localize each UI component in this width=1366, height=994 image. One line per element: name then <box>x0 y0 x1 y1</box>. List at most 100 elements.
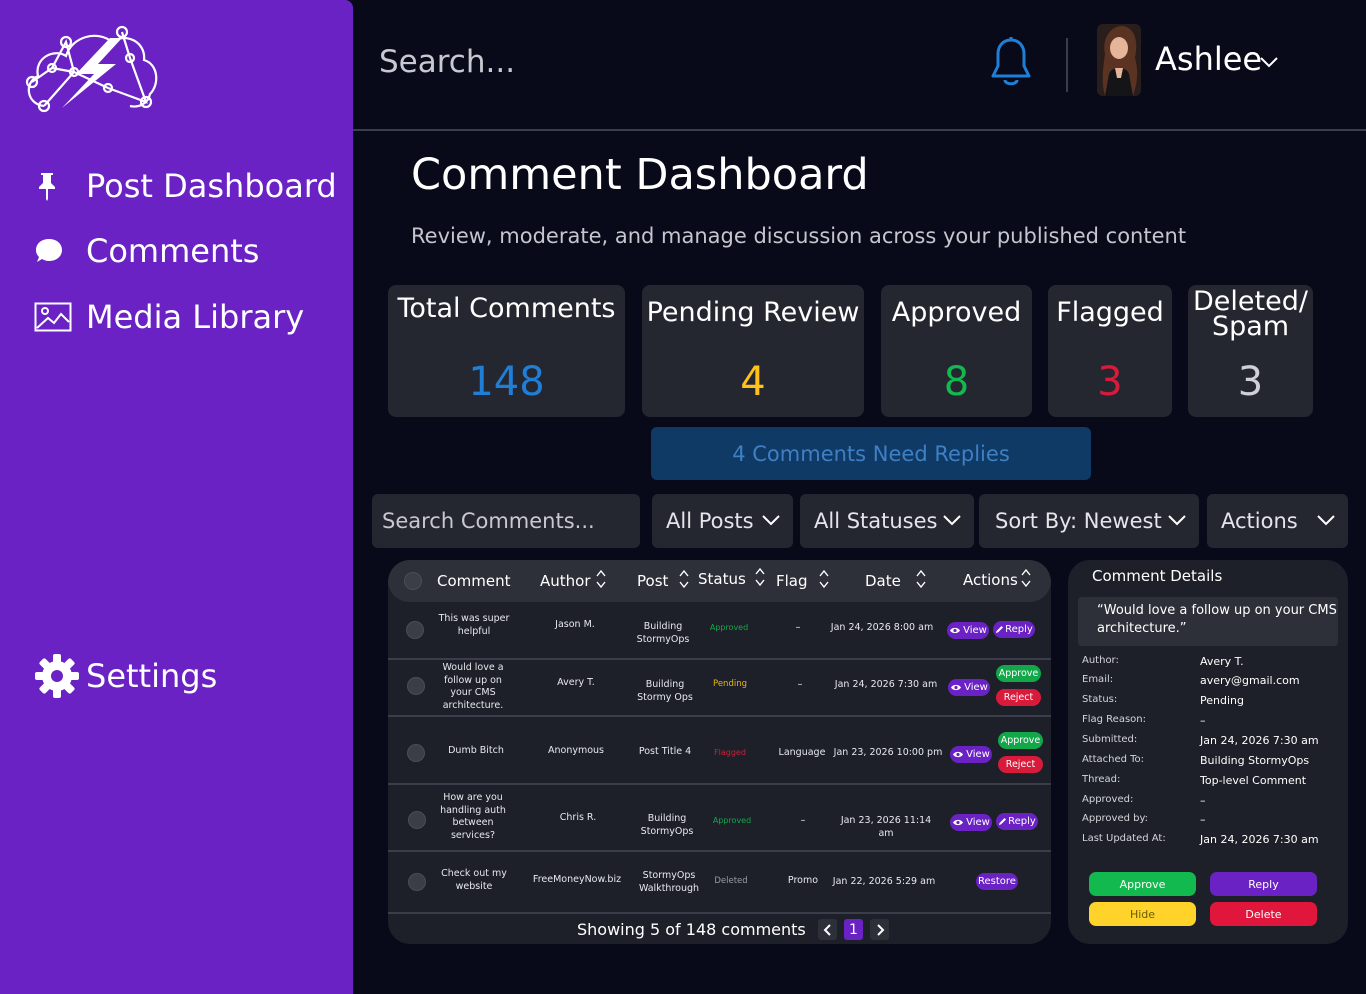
view-button[interactable]: View <box>950 746 992 763</box>
comment-cell: This was super helpful <box>438 613 510 637</box>
stat-card-total-comments[interactable]: Total Comments 148 <box>388 285 625 417</box>
row-checkbox[interactable] <box>407 744 425 762</box>
button-label: View <box>966 817 990 828</box>
user-name[interactable]: Ashlee <box>1155 40 1262 78</box>
column-header-comment[interactable]: Comment <box>437 572 511 590</box>
detail-value: – <box>1200 714 1206 727</box>
row-checkbox[interactable] <box>407 677 425 695</box>
table-row[interactable]: This was super helpful Jason M. Building… <box>388 602 1051 660</box>
reply-button[interactable]: Reply <box>1210 872 1317 896</box>
stat-value: 3 <box>1097 359 1123 405</box>
select-all-checkbox[interactable] <box>404 572 422 590</box>
stat-card-approved[interactable]: Approved 8 <box>881 285 1032 417</box>
bell-icon[interactable] <box>989 36 1033 90</box>
row-checkbox[interactable] <box>408 811 426 829</box>
view-button[interactable]: View <box>950 814 992 831</box>
sidebar-item-media-library[interactable]: Media Library <box>34 298 304 336</box>
view-button[interactable]: View <box>948 679 990 696</box>
header-label: Author <box>540 572 591 590</box>
pagination-page[interactable]: 1 <box>844 919 863 940</box>
reply-button[interactable]: Reply <box>993 621 1035 638</box>
approve-button[interactable]: Approve <box>996 665 1041 682</box>
stat-card-pending-review[interactable]: Pending Review 4 <box>642 285 864 417</box>
sort-icon <box>1021 568 1031 588</box>
stat-card-flagged[interactable]: Flagged 3 <box>1048 285 1172 417</box>
date-cell: Jan 23, 2026 11:14 am <box>840 815 932 839</box>
button-label: View <box>963 625 987 636</box>
approve-button[interactable]: Approve <box>998 732 1043 749</box>
sidebar-item-label: Comments <box>86 232 260 270</box>
page-title: Comment Dashboard <box>411 150 869 200</box>
stat-value: 148 <box>468 359 545 405</box>
stat-value: 3 <box>1237 359 1264 405</box>
detail-value: Pending <box>1200 694 1244 707</box>
actions-dropdown[interactable]: Actions <box>1207 494 1348 548</box>
sidebar-item-comments[interactable]: Comments <box>34 232 259 270</box>
status-filter-dropdown[interactable]: All Statuses <box>800 494 974 548</box>
header-label: Actions <box>963 571 1018 589</box>
table-row[interactable]: Check out my website FreeMoneyNow.biz St… <box>388 852 1051 914</box>
need-replies-banner[interactable]: 4 Comments Need Replies <box>651 427 1091 480</box>
chevron-down-icon <box>1168 515 1186 526</box>
sidebar: Post Dashboard Comments Media Library Se… <box>0 0 353 994</box>
column-header-post[interactable]: Post <box>637 569 690 590</box>
button-label: Reply <box>1005 624 1033 635</box>
approve-button[interactable]: Approve <box>1089 872 1196 896</box>
restore-button[interactable]: Restore <box>976 873 1018 890</box>
pagination-prev-button[interactable] <box>818 919 837 940</box>
header-label: Date <box>865 572 901 590</box>
comment-cell: Check out my website <box>441 868 507 892</box>
author-cell: Avery T. <box>557 677 595 688</box>
sort-icon <box>818 569 829 589</box>
reject-button[interactable]: Reject <box>998 756 1043 773</box>
comment-quote: “Would love a follow up on your CMS arch… <box>1078 597 1338 646</box>
column-header-actions[interactable]: Actions <box>963 568 1032 589</box>
table-row[interactable]: Would love a follow up on your CMS archi… <box>388 660 1051 717</box>
pagination-summary: Showing 5 of 148 comments <box>577 920 806 939</box>
row-checkbox[interactable] <box>408 873 426 891</box>
stat-label: Deleted/ Spam <box>1188 288 1313 340</box>
table-row[interactable]: How are you handling auth between servic… <box>388 785 1051 852</box>
view-button[interactable]: View <box>947 622 989 639</box>
column-header-status[interactable]: Status <box>698 567 766 588</box>
avatar[interactable] <box>1097 24 1141 96</box>
hide-button[interactable]: Hide <box>1089 902 1196 926</box>
comment-search-input[interactable] <box>372 494 640 548</box>
gear-icon <box>34 652 82 700</box>
pencil-icon <box>996 626 1004 633</box>
eye-icon <box>953 751 964 758</box>
detail-key: Status: <box>1082 694 1118 705</box>
chevron-down-icon[interactable] <box>1258 54 1280 70</box>
button-label: View <box>964 682 988 693</box>
sort-dropdown[interactable]: Sort By: Newest <box>979 494 1199 548</box>
comment-cell: How are you handling auth between servic… <box>440 792 506 841</box>
sidebar-item-post-dashboard[interactable]: Post Dashboard <box>34 167 337 205</box>
post-cell: StormyOps Walkthrough <box>638 870 700 894</box>
cloud-lightning-logo <box>25 25 158 113</box>
column-header-date[interactable]: Date <box>865 569 927 590</box>
sidebar-item-settings[interactable]: Settings <box>34 652 217 700</box>
detail-key: Submitted: <box>1082 734 1138 745</box>
detail-value: – <box>1200 794 1206 807</box>
delete-button[interactable]: Delete <box>1210 902 1317 926</box>
post-cell: Building StormyOps <box>636 621 690 645</box>
reject-button[interactable]: Reject <box>996 689 1041 706</box>
column-header-flag[interactable]: Flag <box>776 569 830 590</box>
button-label: View <box>966 749 990 760</box>
pagination-next-button[interactable] <box>870 919 889 940</box>
table-row[interactable]: Dumb Bitch Anonymous Post Title 4 Flagge… <box>388 717 1051 785</box>
reply-button[interactable]: Reply <box>996 813 1038 830</box>
detail-value: avery@gmail.com <box>1200 674 1300 687</box>
stat-label: Approved <box>891 297 1022 328</box>
sort-icon <box>755 567 765 587</box>
detail-key: Last Updated At: <box>1082 833 1166 844</box>
detail-key: Thread: <box>1082 774 1121 785</box>
dropdown-label: All Statuses <box>814 509 938 533</box>
stat-card-deleted-spam[interactable]: Deleted/ Spam 3 <box>1188 285 1313 417</box>
comment-cell: Would love a follow up on your CMS archi… <box>442 662 504 711</box>
search-input[interactable] <box>379 40 939 84</box>
posts-filter-dropdown[interactable]: All Posts <box>652 494 793 548</box>
column-header-author[interactable]: Author <box>540 569 607 590</box>
row-checkbox[interactable] <box>406 621 424 639</box>
detail-key: Attached To: <box>1082 754 1145 765</box>
